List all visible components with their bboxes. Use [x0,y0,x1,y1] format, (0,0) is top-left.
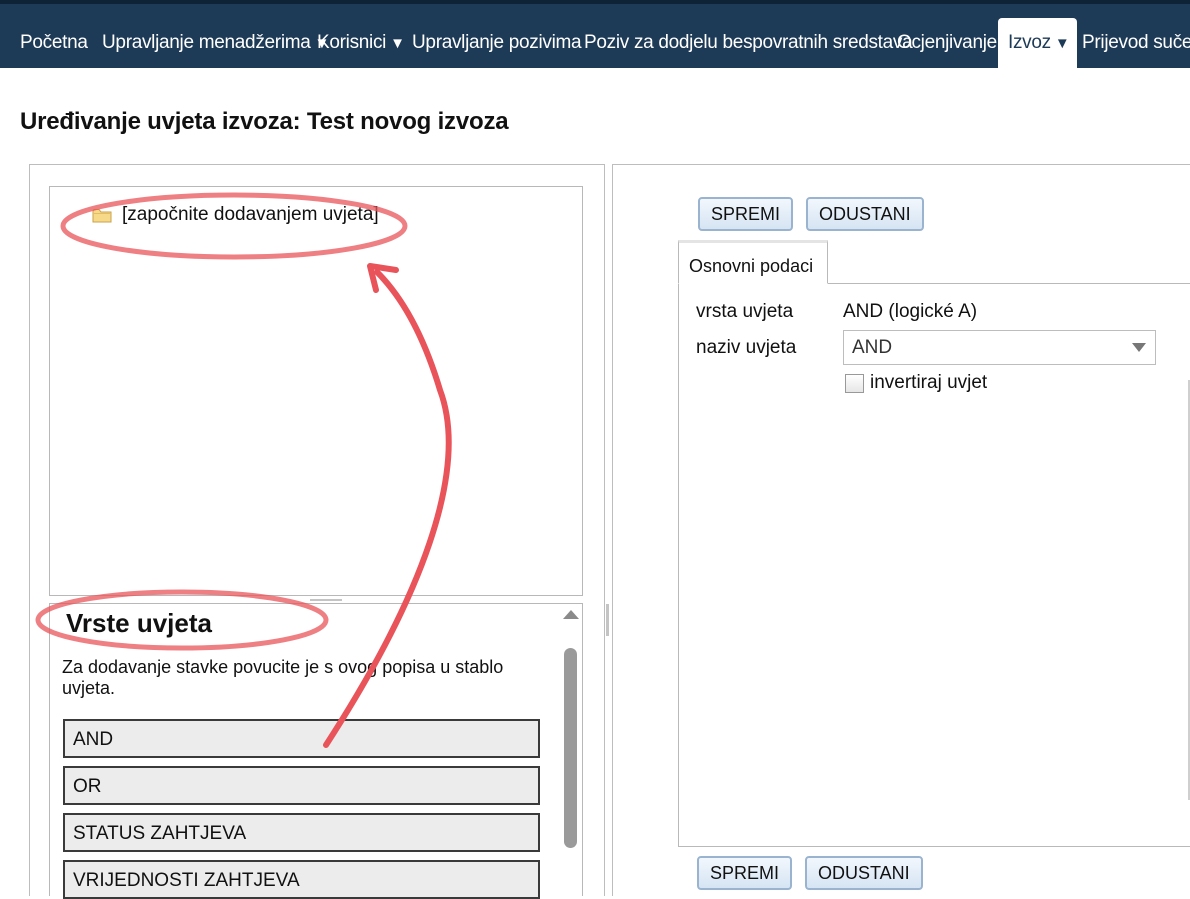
nav-item-upravljanje-menadzerima[interactable]: Upravljanje menadžerima ▼ [102,18,329,72]
condition-type-or[interactable]: OR [63,766,540,805]
horizontal-splitter-handle[interactable] [310,599,342,601]
tab-osnovni-podaci[interactable]: Osnovni podaci [678,240,828,284]
cancel-button-bottom[interactable]: ODUSTANI [805,856,923,890]
condition-name-select[interactable]: AND [843,330,1156,365]
nav-item-label: Ocjenjivanje [897,32,997,53]
tree-root-label: [započnite dodavanjem uvjeta] [122,204,379,225]
condition-types-title: Vrste uvjeta [66,608,212,638]
invert-condition-label: invertiraj uvjet [870,372,988,393]
nav-item-label: Poziv za dodjelu bespovratnih sredstava [584,32,913,53]
condition-type-vrijednosti-zahtjeva[interactable]: VRIJEDNOSTI ZAHTJEVA [63,860,540,899]
scroll-up-arrow-icon[interactable] [563,610,579,619]
invert-condition-checkbox[interactable] [845,374,864,393]
nav-item-label: Početna [20,32,88,53]
save-button[interactable]: SPREMI [698,197,794,231]
top-navigation: Početna Upravljanje menadžerima ▼ Korisni… [0,0,1190,72]
vertical-splitter-handle[interactable] [606,604,609,636]
dropdown-arrow-icon[interactable] [1132,343,1146,352]
nav-item-label: Upravljanje menadžerima [102,32,311,53]
nav-item-label: Upravljanje pozivima [412,32,582,53]
tree-root-node[interactable]: [započnite dodavanjem uvjeta] [92,204,379,226]
nav-item-label: Korisnici [317,32,387,53]
condition-types-help: Za dodavanje stavke povucite je s ovog p… [62,657,504,698]
nav-item-ocjenjivanje[interactable]: Ocjenjivanje [897,18,997,72]
folder-icon [92,208,112,222]
tab-panel [678,283,1190,847]
nav-item-upravljanje-pozivima[interactable]: Upravljanje pozivima [412,18,582,72]
nav-item-poziv[interactable]: Poziv za dodjelu bespovratnih sredstava [584,18,913,72]
condition-type-label: vrsta uvjeta [696,301,794,322]
nav-item-prijevod-sucelja[interactable]: Prijevod sučelja [1082,18,1190,72]
nav-item-label: Izvoz [1008,32,1051,53]
condition-type-status-zahtjeva[interactable]: STATUS ZAHTJEVA [63,813,540,852]
nav-item-korisnici[interactable]: Korisnici ▼ [317,18,405,72]
nav-item-pocetna[interactable]: Početna [20,18,88,72]
chevron-down-icon: ▼ [390,35,405,52]
nav-item-label: Prijevod sučelja [1082,32,1190,53]
condition-name-label: naziv uvjeta [696,337,797,358]
condition-tree[interactable] [49,186,583,596]
nav-item-izvoz[interactable]: Izvoz ▼ [998,18,1078,72]
scrollbar-thumb[interactable] [564,648,577,848]
save-button-bottom[interactable]: SPREMI [697,856,793,890]
cancel-button[interactable]: ODUSTANI [806,197,924,231]
condition-type-and[interactable]: AND [63,719,540,758]
page-title: Uređivanje uvjeta izvoza: Test novog izv… [20,108,509,135]
condition-type-value: AND (logické A) [843,301,978,322]
chevron-down-icon: ▼ [1054,35,1070,52]
